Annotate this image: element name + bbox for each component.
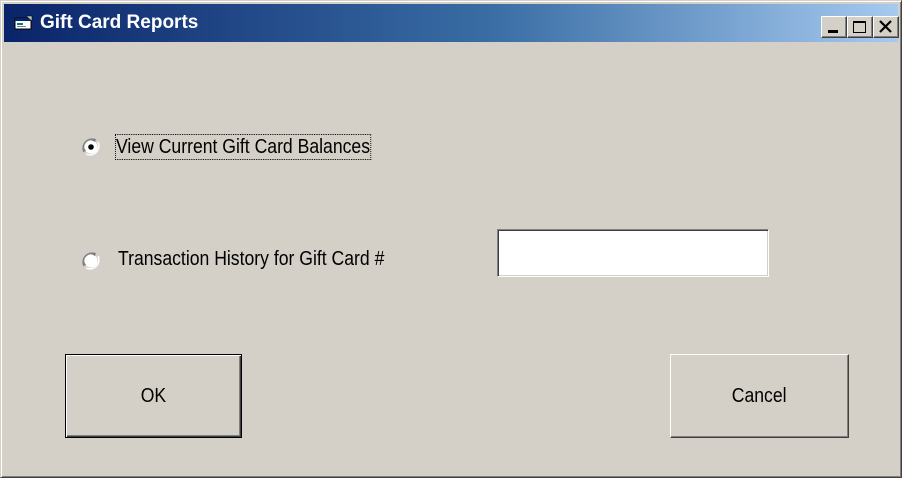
radio-transaction-history[interactable] [81, 251, 101, 271]
minimize-button[interactable] [821, 16, 847, 38]
title-bar[interactable]: Gift Card Reports [4, 4, 899, 42]
cancel-button[interactable]: Cancel [670, 354, 849, 438]
maximize-button[interactable] [847, 16, 873, 38]
ok-button-label: OK [140, 385, 167, 407]
cancel-button-label: Cancel [732, 385, 787, 407]
close-icon [879, 20, 892, 33]
transaction-history-label[interactable]: Transaction History for Gift Card # [118, 247, 384, 271]
minimize-icon [828, 30, 838, 33]
close-button[interactable] [873, 16, 899, 38]
gift-card-number-input[interactable] [497, 229, 769, 277]
maximize-icon [853, 21, 866, 33]
radio-selected-dot [88, 144, 94, 150]
window-title: Gift Card Reports [40, 12, 199, 33]
ok-button[interactable]: OK [65, 354, 242, 438]
radio-view-balances[interactable] [81, 137, 101, 157]
view-balances-label[interactable]: View Current Gift Card Balances [115, 134, 371, 160]
gift-card-reports-dialog: Gift Card Reports View Current Gift Card… [0, 0, 902, 478]
gift-card-app-icon [14, 15, 34, 31]
